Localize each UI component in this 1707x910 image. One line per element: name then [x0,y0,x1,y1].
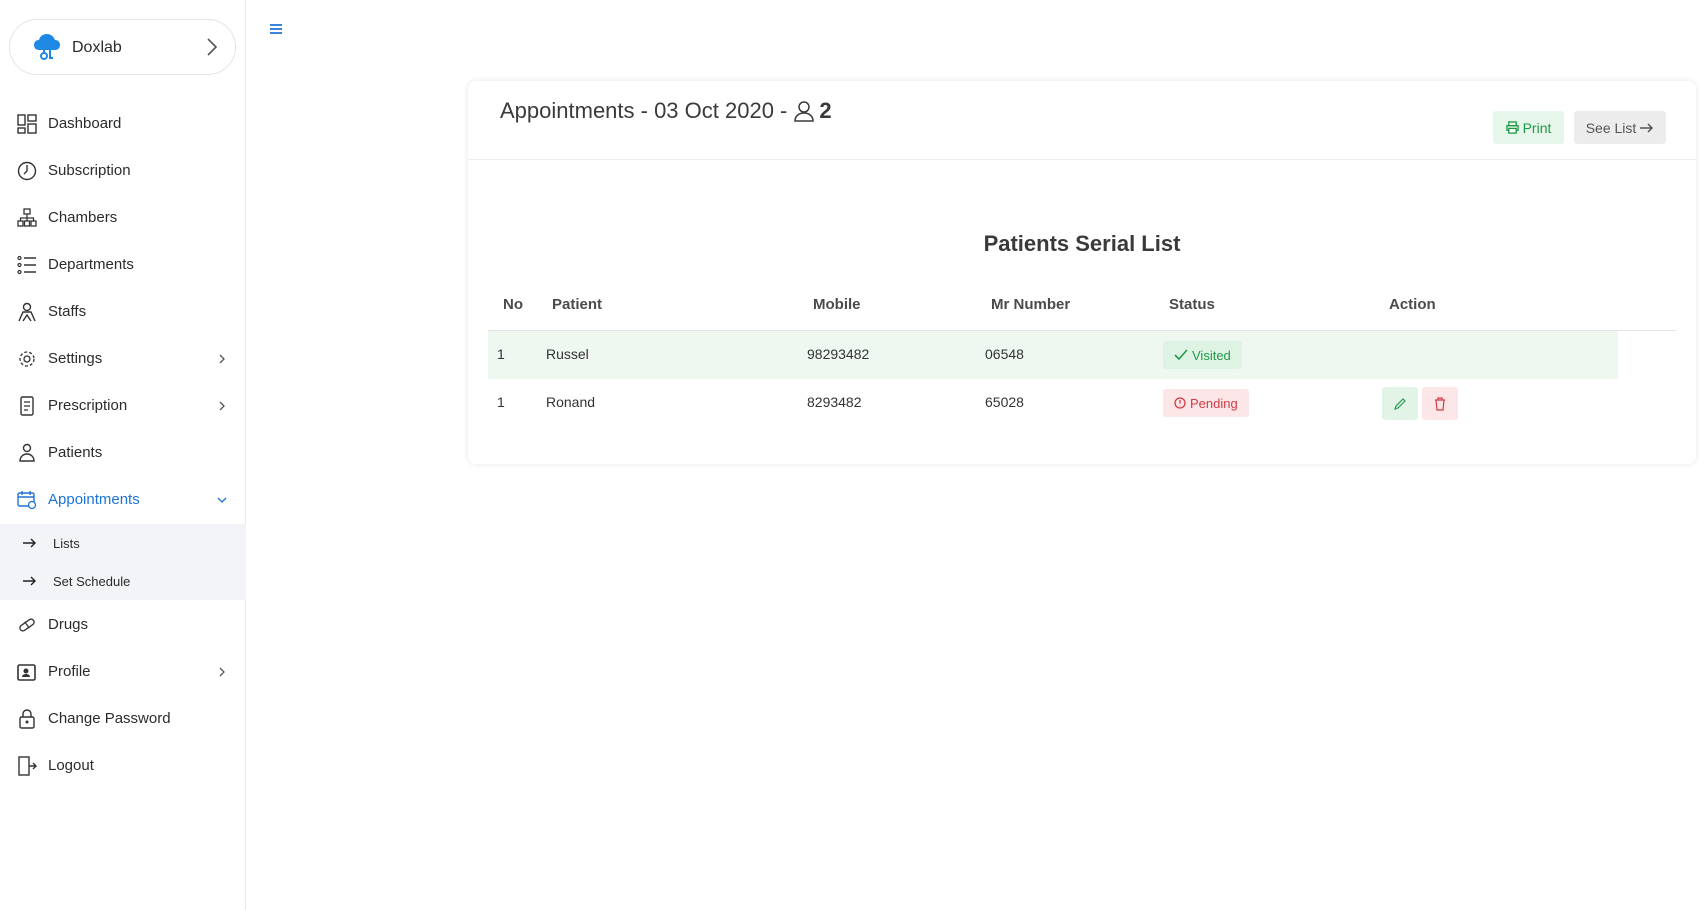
table-row: 1 Ronand 8293482 65028 Pending [488,379,1618,427]
clock-icon [17,161,37,181]
sidebar: Doxlab Dashboard Subscription Chambers D… [0,0,246,910]
patients-icon [19,443,35,462]
sidebar-item-label: Dashboard [48,115,122,132]
gear-icon [19,351,35,367]
printer-icon [1505,121,1519,134]
chevron-right-icon [219,401,225,411]
sidebar-item-patients[interactable]: Patients [0,430,246,477]
brand-logo-icon [34,34,60,60]
brand-switcher[interactable]: Doxlab [9,19,236,75]
cell-no: 1 [497,394,505,410]
sidebar-item-label: Subscription [48,162,131,179]
sidebar-item-logout[interactable]: Logout [0,743,246,790]
check-icon [1174,349,1188,361]
sidebar-item-staffs[interactable]: Staffs [0,289,246,336]
chevron-right-icon [219,354,225,364]
sidebar-item-profile[interactable]: Profile [0,649,246,696]
sidebar-item-label: Patients [48,444,103,461]
delete-button[interactable] [1422,387,1458,420]
page-title: Appointments - 03 Oct 2020 - 2 [500,98,832,124]
brand-name: Doxlab [72,39,122,56]
sidebar-item-label: Appointments [48,491,140,508]
sidebar-item-dashboard[interactable]: Dashboard [0,101,246,148]
col-header-action: Action [1389,296,1436,313]
chevron-down-icon [217,497,227,503]
submenu-item-label: Lists [53,536,80,551]
col-header-mobile: Mobile [813,296,861,313]
user-icon [794,101,815,122]
col-header-no: No [503,296,523,313]
sidebar-item-label: Departments [48,256,134,273]
see-list-button[interactable]: See List [1574,111,1666,144]
status-badge: Pending [1163,389,1249,417]
sidebar-item-label: Settings [48,350,103,367]
see-list-label: See List [1585,119,1637,136]
chevron-right-icon [219,667,225,677]
sidebar-item-appointments[interactable]: Appointments [0,477,246,524]
sidebar-item-label: Prescription [48,397,128,414]
arrow-right-icon [23,576,36,586]
print-button[interactable]: Print [1493,111,1564,144]
prescription-icon [20,396,34,416]
title-text: Appointments - 03 Oct 2020 - [500,98,788,123]
edit-button[interactable] [1382,387,1418,420]
appointment-icon [17,491,37,510]
appointment-count: 2 [819,98,832,123]
pill-icon [19,618,35,632]
staff-icon [18,302,36,322]
lock-icon [19,709,35,729]
sidebar-item-departments[interactable]: Departments [0,242,246,289]
sidebar-item-prescription[interactable]: Prescription [0,383,246,430]
status-badge: Visited [1163,341,1242,369]
chevron-right-icon[interactable] [205,36,219,58]
sidebar-item-settings[interactable]: Settings [0,336,246,383]
cell-patient: Ronand [546,394,596,410]
arrow-right-icon [1640,122,1654,133]
status-label: Visited [1192,347,1231,363]
alert-circle-icon [1174,397,1186,409]
list-icon [17,255,36,275]
appointments-submenu: Lists Set Schedule [0,524,246,600]
sidebar-item-change-password[interactable]: Change Password [0,696,246,743]
sidebar-item-label: Logout [48,757,94,774]
sitemap-icon [17,208,37,227]
card-header: Appointments - 03 Oct 2020 - 2 Print See… [468,81,1696,160]
sidebar-item-label: Change Password [48,710,171,727]
cell-mr-number: 65028 [985,394,1024,410]
logout-icon [18,756,37,776]
table-row: 1 Russel 98293482 06548 Visited [488,331,1618,379]
col-header-patient: Patient [552,296,603,313]
submenu-item-lists[interactable]: Lists [0,526,246,562]
pencil-icon [1394,397,1406,410]
cell-patient: Russel [546,346,589,362]
sidebar-item-label: Profile [48,663,91,680]
arrow-right-icon [23,538,36,548]
submenu-item-label: Set Schedule [53,574,131,589]
sidebar-item-drugs[interactable]: Drugs [0,602,246,649]
dashboard-icon [17,114,37,134]
sidebar-item-label: Drugs [48,616,89,633]
sidebar-item-label: Staffs [48,303,87,320]
hamburger-menu-icon[interactable] [269,23,283,35]
col-header-status: Status [1169,296,1215,313]
profile-icon [17,664,36,681]
cell-mr-number: 06548 [985,346,1024,362]
appointments-card: Appointments - 03 Oct 2020 - 2 Print See… [468,81,1696,464]
sidebar-item-chambers[interactable]: Chambers [0,195,246,242]
sidebar-item-label: Chambers [48,209,118,226]
cell-mobile: 98293482 [807,346,870,362]
submenu-item-set-schedule[interactable]: Set Schedule [0,564,246,600]
col-header-mr-number: Mr Number [991,296,1071,313]
trash-icon [1435,396,1445,411]
table-title: Patients Serial List [983,231,1181,256]
sidebar-item-subscription[interactable]: Subscription [0,148,246,195]
status-label: Pending [1190,395,1238,411]
print-label: Print [1522,119,1552,136]
cell-no: 1 [497,346,505,362]
cell-mobile: 8293482 [807,394,862,410]
